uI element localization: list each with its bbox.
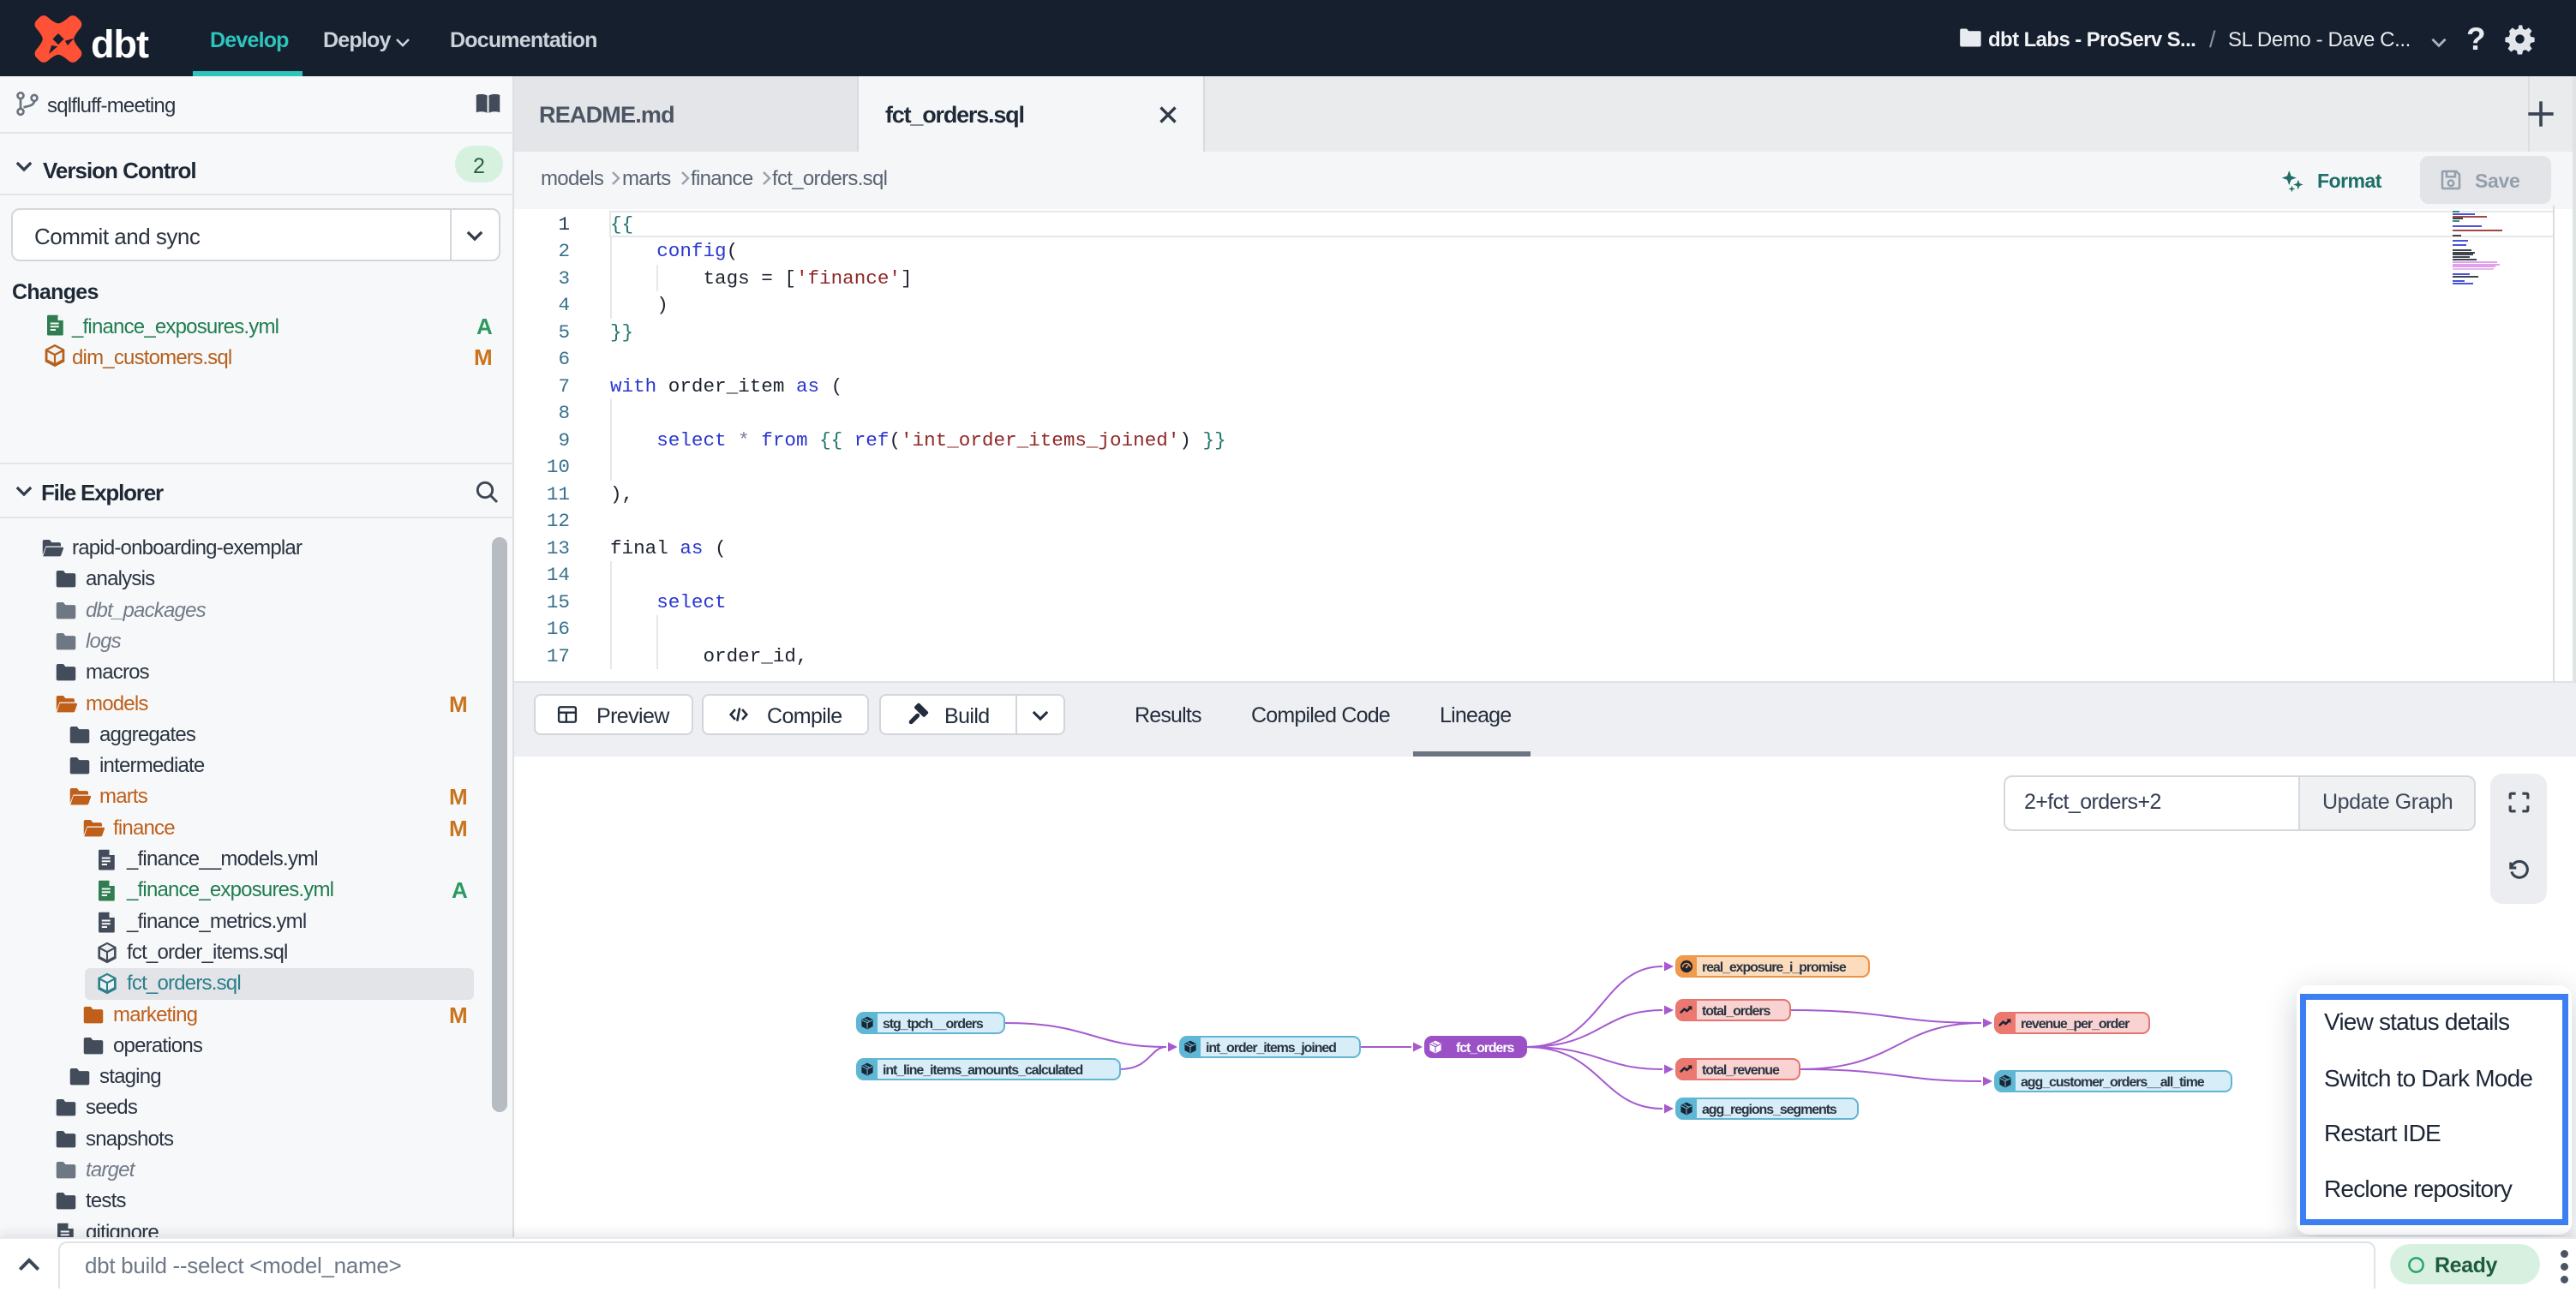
svg-text:int_order_items_joined: int_order_items_joined <box>1206 1041 1336 1056</box>
svg-text:revenue_per_order: revenue_per_order <box>2021 1017 2130 1032</box>
svg-text:real_exposure_i_promise: real_exposure_i_promise <box>1702 960 1847 975</box>
svg-text:agg_regions_segments: agg_regions_segments <box>1702 1103 1837 1117</box>
svg-text:total_revenue: total_revenue <box>1702 1063 1780 1078</box>
svg-text:total_orders: total_orders <box>1702 1004 1770 1019</box>
svg-text:agg_customer_orders__all_time: agg_customer_orders__all_time <box>2021 1075 2205 1090</box>
svg-text:int_line_items_amounts_calcula: int_line_items_amounts_calculated <box>883 1063 1082 1078</box>
svg-text:fct_orders: fct_orders <box>1456 1041 1514 1056</box>
svg-text:stg_tpch__orders: stg_tpch__orders <box>883 1017 984 1032</box>
